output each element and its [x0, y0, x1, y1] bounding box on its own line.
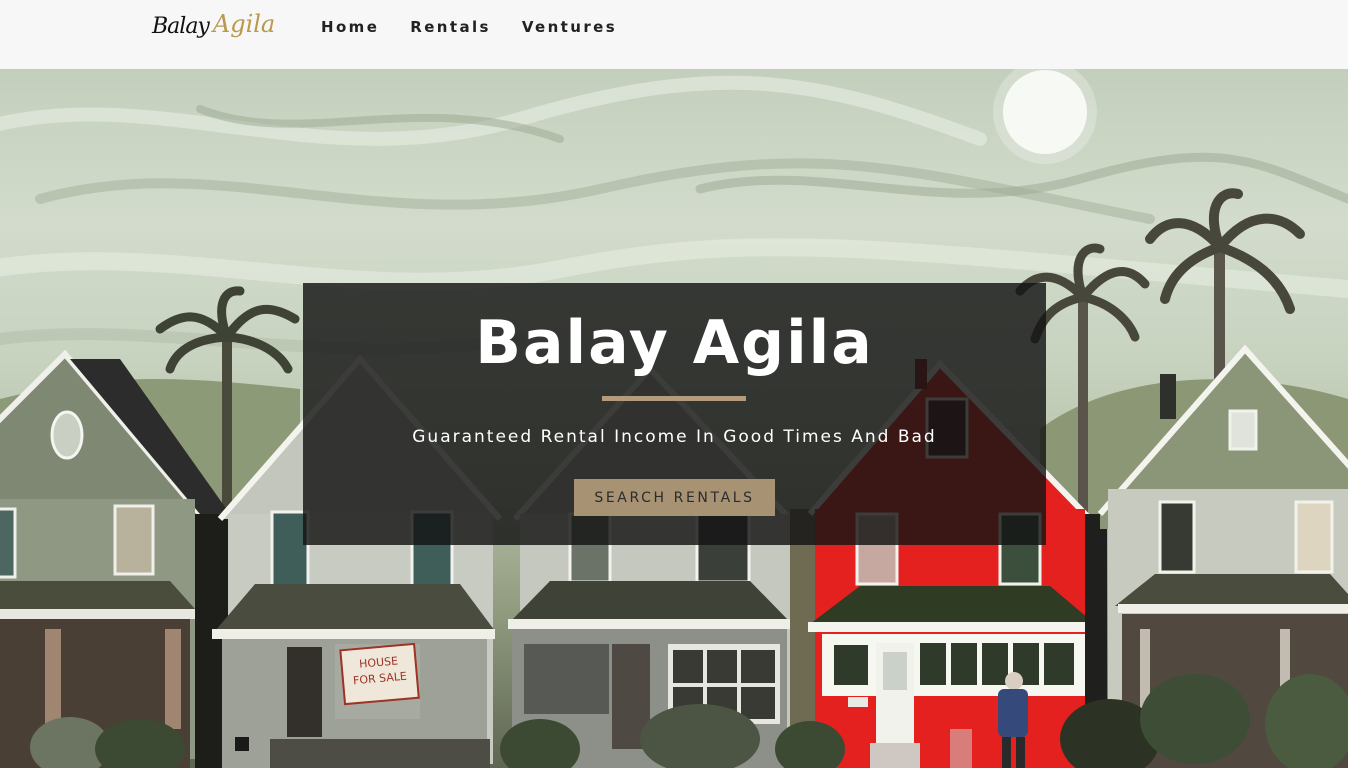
hero-title: Balay Agila: [475, 308, 874, 378]
logo-word-balay: Balay: [152, 14, 210, 39]
nav-rentals[interactable]: Rentals: [410, 18, 491, 36]
site-header: Balay Agila Home Rentals Ventures: [0, 0, 1348, 69]
main-nav: Home Rentals Ventures: [321, 18, 617, 36]
hero-overlay-panel: Balay Agila Guaranteed Rental Income In …: [303, 283, 1046, 545]
hero-tagline: Guaranteed Rental Income In Good Times A…: [412, 427, 937, 447]
nav-ventures[interactable]: Ventures: [522, 18, 617, 36]
title-divider: [602, 396, 746, 401]
search-rentals-button[interactable]: SEARCH RENTALS: [574, 479, 775, 516]
logo-word-agila: Agila: [212, 10, 276, 38]
hero-section: HOUSE FOR SALE Balay Agila Guaranteed Re…: [0, 69, 1348, 768]
brand-logo[interactable]: Balay Agila: [152, 10, 275, 54]
house-for-sale-sign: HOUSE FOR SALE: [339, 642, 420, 706]
nav-home[interactable]: Home: [321, 18, 379, 36]
